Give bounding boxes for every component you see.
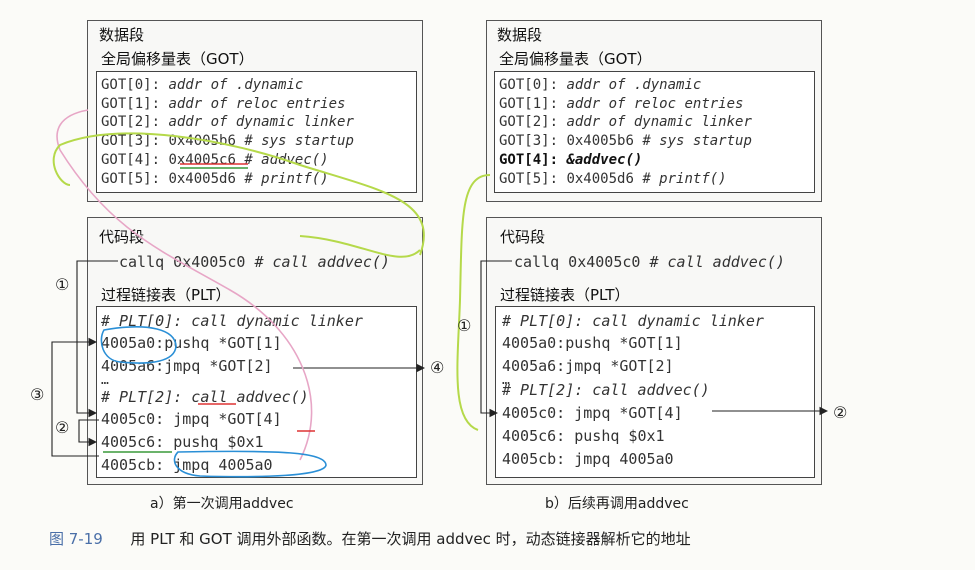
connector-overlay: [51, 109, 829, 478]
arrow-step2-a: [78, 419, 99, 447]
figure-caption-text: 用 PLT 和 GOT 调用外部函数。在第一次调用 addvec 时，动态链接器…: [130, 530, 691, 548]
blue-circle-4005a0: [100, 326, 177, 364]
arrow-step1-b: [480, 260, 512, 418]
figure-number: 图 7-19: [49, 530, 103, 548]
arrow-step1-a: [76, 260, 118, 418]
arrow-step3-a: [51, 337, 99, 457]
green-annotation-c: [299, 235, 421, 258]
blue-circle-jmpq: [173, 450, 327, 478]
green-annotation-a: [52, 132, 425, 256]
marker-1-b: ①: [457, 316, 472, 335]
marker-4-a: ④: [430, 358, 445, 377]
marker-2-a: ②: [55, 418, 70, 437]
figure-caption: 图 7-19 用 PLT 和 GOT 调用外部函数。在第一次调用 addvec …: [49, 528, 691, 549]
pink-annotation: [56, 109, 313, 461]
marker-3-a: ③: [30, 385, 45, 404]
green-annotation-b: [456, 174, 491, 431]
marker-2-b: ②: [833, 403, 848, 422]
marker-1-a: ①: [55, 275, 70, 294]
